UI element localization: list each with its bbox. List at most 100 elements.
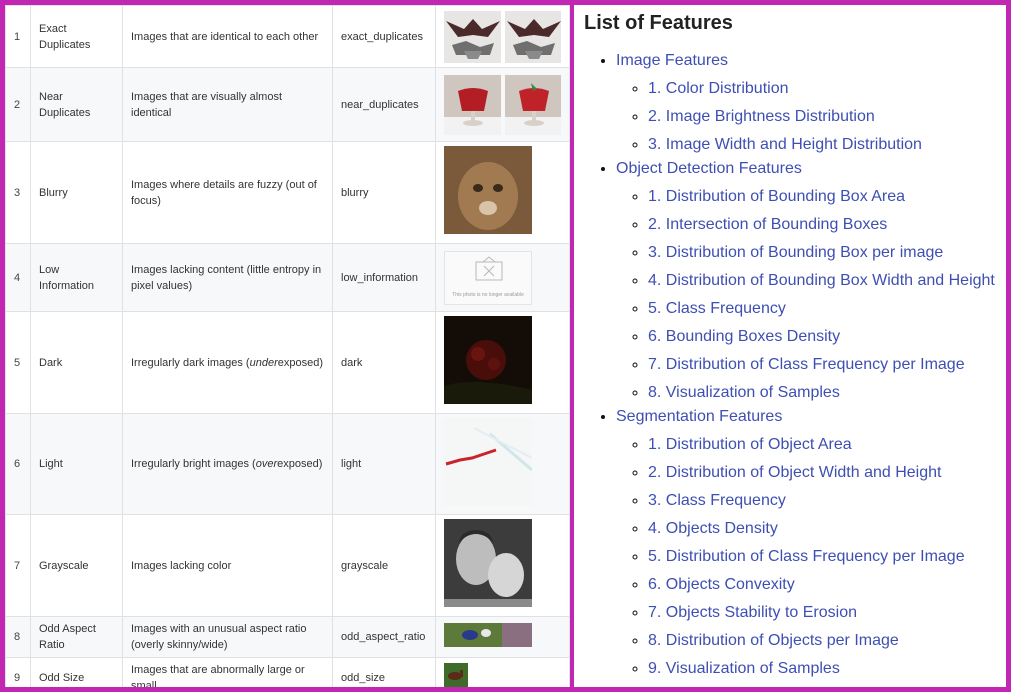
issue-key: exact_duplicates [332, 5, 436, 68]
issue-name: Odd Size [30, 657, 123, 687]
row-number: 4 [5, 243, 31, 312]
feature-link[interactable]: 1. Distribution of Bounding Box Area [648, 188, 905, 205]
table-row: 9 Odd Size Images that are abnormally la… [5, 657, 570, 687]
list-item: 7. Objects Stability to Erosion [648, 601, 995, 625]
feature-link[interactable]: 2. Distribution of Object Width and Heig… [648, 464, 941, 481]
issue-key: odd_size [332, 657, 436, 687]
issue-name: Light [30, 413, 123, 515]
example-images: This photo is no longer available [435, 243, 570, 312]
row-number: 5 [5, 311, 31, 414]
list-item: 8. Visualization of Samples [648, 381, 995, 405]
features-panel: List of Features Image Features 1. Color… [574, 5, 1006, 687]
issue-name: Odd Aspect Ratio [30, 616, 123, 658]
list-item: 6. Bounding Boxes Density [648, 325, 995, 349]
section-link-image-features[interactable]: Image Features [616, 52, 728, 69]
dark-flower-image [444, 316, 532, 404]
list-item: 7. Distribution of Class Frequency per I… [648, 353, 995, 377]
eagle-image [444, 10, 501, 63]
issue-description: Irregularly dark images (underexposed) [122, 311, 333, 414]
feature-link[interactable]: 7. Objects Stability to Erosion [648, 604, 857, 621]
row-number: 3 [5, 141, 31, 244]
example-images [435, 413, 570, 515]
dessert-image [444, 74, 501, 135]
list-item: 3. Image Width and Height Distribution [648, 133, 995, 157]
grayscale-portrait-image [444, 519, 532, 607]
issue-key: odd_aspect_ratio [332, 616, 436, 658]
issue-name: Low Information [30, 243, 123, 312]
issues-table-panel: 1 Exact Duplicates Images that are ident… [5, 5, 570, 687]
issue-key: near_duplicates [332, 67, 436, 142]
feature-section: Object Detection Features 1. Distributio… [616, 157, 995, 405]
feature-link[interactable]: 8. Distribution of Objects per Image [648, 632, 899, 649]
feature-link[interactable]: 7. Distribution of Class Frequency per I… [648, 356, 965, 373]
issue-name: Exact Duplicates [30, 5, 123, 68]
blurry-cat-image [444, 146, 532, 234]
feature-link[interactable]: 9. Visualization of Samples [648, 660, 840, 677]
issue-name: Dark [30, 311, 123, 414]
issue-description: Images where details are fuzzy (out of f… [122, 141, 333, 244]
issue-key: light [332, 413, 436, 515]
table-row: 2 Near Duplicates Images that are visual… [5, 67, 570, 142]
list-item: 9. Visualization of Samples [648, 657, 995, 681]
example-images [435, 616, 570, 658]
list-item: 4. Distribution of Bounding Box Width an… [648, 269, 995, 293]
features-list: Image Features 1. Color Distribution 2. … [574, 49, 995, 681]
feature-link[interactable]: 3. Class Frequency [648, 492, 786, 509]
row-number: 6 [5, 413, 31, 515]
list-item: 3. Distribution of Bounding Box per imag… [648, 241, 995, 265]
table-row: 5 Dark Irregularly dark images (underexp… [5, 311, 570, 414]
feature-link[interactable]: 2. Image Brightness Distribution [648, 108, 875, 125]
row-number: 9 [5, 657, 31, 687]
row-number: 7 [5, 514, 31, 617]
row-number: 2 [5, 67, 31, 142]
issue-key: grayscale [332, 514, 436, 617]
feature-sublist: 1. Distribution of Bounding Box Area 2. … [616, 185, 995, 405]
feature-sublist: 1. Color Distribution 2. Image Brightnes… [616, 77, 995, 157]
issue-description: Images lacking content (little entropy i… [122, 243, 333, 312]
feature-link[interactable]: 6. Bounding Boxes Density [648, 328, 840, 345]
feature-link[interactable]: 5. Distribution of Class Frequency per I… [648, 548, 965, 565]
description-text: Irregularly dark images ( [131, 356, 250, 369]
feature-section: Segmentation Features 1. Distribution of… [616, 405, 995, 681]
section-link-segmentation-features[interactable]: Segmentation Features [616, 408, 782, 425]
issue-description: Images that are identical to each other [122, 5, 333, 68]
feature-link[interactable]: 4. Objects Density [648, 520, 778, 537]
feature-link[interactable]: 5. Class Frequency [648, 300, 786, 317]
page-title: List of Features [584, 12, 733, 34]
list-item: 1. Color Distribution [648, 77, 995, 101]
issue-description: Images with an unusual aspect ratio (ove… [122, 616, 333, 658]
broken-image-icon [475, 255, 503, 280]
row-number: 1 [5, 5, 31, 68]
photo-unavailable-placeholder: This photo is no longer available [444, 250, 532, 305]
description-emphasis: over [255, 458, 278, 470]
list-item: 5. Distribution of Class Frequency per I… [648, 545, 995, 569]
table-row: 4 Low Information Images lacking content… [5, 243, 570, 312]
table-row: 7 Grayscale Images lacking color graysca… [5, 514, 570, 617]
feature-link[interactable]: 2. Intersection of Bounding Boxes [648, 216, 887, 233]
list-item: 3. Class Frequency [648, 489, 995, 513]
table-row: 3 Blurry Images where details are fuzzy … [5, 141, 570, 244]
feature-link[interactable]: 1. Distribution of Object Area [648, 436, 852, 453]
issue-name: Near Duplicates [30, 67, 123, 142]
description-text: Irregularly bright images ( [131, 458, 256, 470]
feature-link[interactable]: 1. Color Distribution [648, 80, 789, 97]
list-item: 8. Distribution of Objects per Image [648, 629, 995, 653]
table-row: 6 Light Irregularly bright images (overe… [5, 413, 570, 515]
feature-link[interactable]: 4. Distribution of Bounding Box Width an… [648, 272, 995, 289]
list-item: 4. Objects Density [648, 517, 995, 541]
feature-link[interactable]: 3. Distribution of Bounding Box per imag… [648, 244, 943, 261]
list-item: 2. Intersection of Bounding Boxes [648, 213, 995, 237]
issue-description: Images lacking color [122, 514, 333, 617]
issue-key: blurry [332, 141, 436, 244]
feature-link[interactable]: 3. Image Width and Height Distribution [648, 136, 922, 153]
section-link-object-detection-features[interactable]: Object Detection Features [616, 160, 802, 177]
feature-link[interactable]: 6. Objects Convexity [648, 576, 795, 593]
description-text: exposed) [277, 356, 323, 369]
eagle-image [504, 10, 561, 63]
wide-bird-image [444, 622, 532, 647]
list-item: 2. Distribution of Object Width and Heig… [648, 461, 995, 485]
description-emphasis: under [249, 356, 278, 369]
description-text: exposed) [277, 458, 323, 470]
list-item: 2. Image Brightness Distribution [648, 105, 995, 129]
feature-link[interactable]: 8. Visualization of Samples [648, 384, 840, 401]
